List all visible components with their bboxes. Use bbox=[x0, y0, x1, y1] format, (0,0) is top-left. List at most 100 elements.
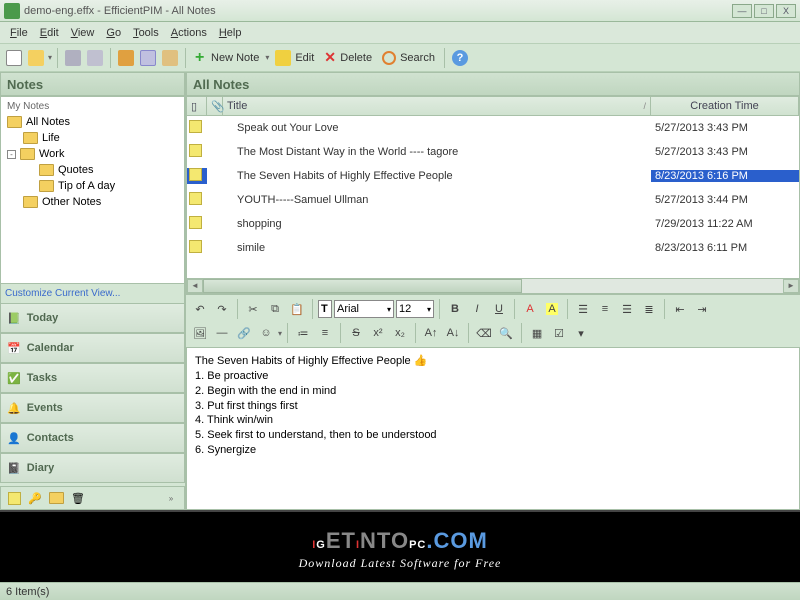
strike-button[interactable]: S bbox=[346, 323, 366, 343]
note-row[interactable]: simile8/23/2013 6:11 PM bbox=[187, 236, 799, 260]
statusbar: 6 Item(s) bbox=[0, 582, 800, 600]
menu-edit[interactable]: Edit bbox=[34, 25, 65, 41]
edit-button[interactable]: Edit bbox=[271, 48, 318, 68]
note-editor[interactable]: The Seven Habits of Highly Effective Peo… bbox=[186, 347, 800, 510]
nav-calendar[interactable]: 📅Calendar bbox=[0, 333, 185, 363]
note-title: shopping bbox=[223, 218, 651, 230]
align-right-button[interactable]: ☰ bbox=[617, 299, 637, 319]
menu-go[interactable]: Go bbox=[100, 25, 127, 41]
copy-button[interactable]: ⧉ bbox=[265, 299, 285, 319]
bullets-button[interactable]: ≔ bbox=[293, 323, 313, 343]
hr-button[interactable]: — bbox=[212, 323, 232, 343]
note-title: The Most Distant Way in the World ---- t… bbox=[223, 146, 651, 158]
scroll-thumb[interactable] bbox=[203, 279, 522, 293]
tree-work[interactable]: -Work bbox=[3, 146, 182, 162]
table-button[interactable]: ▦ bbox=[527, 323, 547, 343]
menu-help[interactable]: Help bbox=[213, 25, 248, 41]
underline-button[interactable]: U bbox=[489, 299, 509, 319]
align-left-button[interactable]: ☰ bbox=[573, 299, 593, 319]
numbering-button[interactable]: ≡ bbox=[315, 323, 335, 343]
folder-icon bbox=[7, 116, 22, 128]
emoji-button[interactable]: ☺ bbox=[256, 323, 276, 343]
trash-icon[interactable]: 🗑 bbox=[69, 488, 87, 508]
fontsize-select[interactable]: 12▾ bbox=[396, 300, 434, 318]
cut-button[interactable]: ✂ bbox=[243, 299, 263, 319]
subscript-button[interactable]: x₂ bbox=[390, 323, 410, 343]
redo-button[interactable]: ↷ bbox=[212, 299, 232, 319]
superscript-button[interactable]: x² bbox=[368, 323, 388, 343]
search-button[interactable]: Search bbox=[378, 48, 439, 68]
menu-actions[interactable]: Actions bbox=[165, 25, 213, 41]
fontcolor-button[interactable]: A bbox=[520, 299, 540, 319]
font-select[interactable]: Arial▾ bbox=[334, 300, 394, 318]
shrink-font-button[interactable]: A↓ bbox=[443, 323, 463, 343]
more-button[interactable]: ▾ bbox=[571, 323, 591, 343]
note-row[interactable]: YOUTH-----Samuel Ullman5/27/2013 3:44 PM bbox=[187, 188, 799, 212]
indent-button[interactable]: ⇥ bbox=[692, 299, 712, 319]
scroll-right-button[interactable]: ► bbox=[783, 279, 799, 293]
notes-icon[interactable] bbox=[5, 488, 23, 508]
customize-view-link[interactable]: Customize Current View... bbox=[0, 284, 185, 303]
menu-view[interactable]: View bbox=[65, 25, 101, 41]
main-toolbar: ▾ +New Note ▾ Edit ✕Delete Search ? bbox=[0, 44, 800, 72]
key-icon[interactable]: 🔑 bbox=[26, 488, 44, 508]
notes-list: Speak out Your Love5/27/2013 3:43 PM The … bbox=[186, 116, 800, 278]
nav-contacts[interactable]: 👤Contacts bbox=[0, 423, 185, 453]
nav-tasks[interactable]: ✅Tasks bbox=[0, 363, 185, 393]
folder-icon[interactable] bbox=[47, 488, 66, 508]
new-file-button[interactable] bbox=[4, 48, 24, 68]
note-row[interactable]: Speak out Your Love5/27/2013 3:43 PM bbox=[187, 116, 799, 140]
tree-life[interactable]: Life bbox=[3, 130, 182, 146]
find-button[interactable]: 🔍 bbox=[496, 323, 516, 343]
menu-tools[interactable]: Tools bbox=[127, 25, 165, 41]
tree-other[interactable]: Other Notes bbox=[3, 194, 182, 210]
outdent-button[interactable]: ⇤ bbox=[670, 299, 690, 319]
folder-icon bbox=[23, 132, 38, 144]
note-icon bbox=[189, 144, 202, 157]
highlight-button[interactable]: A bbox=[542, 299, 562, 319]
image-button[interactable]: 🖼 bbox=[190, 323, 210, 343]
print-button[interactable] bbox=[63, 48, 83, 68]
open-file-button[interactable] bbox=[26, 48, 46, 68]
nav-diary[interactable]: 📓Diary bbox=[0, 453, 185, 483]
col-icon[interactable]: ▯ bbox=[187, 97, 207, 115]
col-title[interactable]: Title/ bbox=[223, 97, 651, 115]
align-center-button[interactable]: ≡ bbox=[595, 299, 615, 319]
maximize-button[interactable]: □ bbox=[754, 4, 774, 18]
paste-button[interactable] bbox=[160, 48, 180, 68]
scroll-left-button[interactable]: ◄ bbox=[187, 279, 203, 293]
italic-button[interactable]: I bbox=[467, 299, 487, 319]
grow-font-button[interactable]: A↑ bbox=[421, 323, 441, 343]
nav-events[interactable]: 🔔Events bbox=[0, 393, 185, 423]
note-row[interactable]: The Most Distant Way in the World ---- t… bbox=[187, 140, 799, 164]
note-row[interactable]: The Seven Habits of Highly Effective Peo… bbox=[187, 164, 799, 188]
tree-quotes[interactable]: Quotes bbox=[3, 162, 182, 178]
col-date[interactable]: Creation Time bbox=[651, 97, 799, 115]
cut-button[interactable] bbox=[116, 48, 136, 68]
new-note-button[interactable]: +New Note bbox=[191, 48, 263, 68]
delete-button[interactable]: ✕Delete bbox=[320, 48, 376, 68]
print-preview-button[interactable] bbox=[85, 48, 105, 68]
col-attachment[interactable]: 📎 bbox=[207, 97, 223, 115]
expand-icon[interactable]: » bbox=[162, 488, 180, 508]
note-title: YOUTH-----Samuel Ullman bbox=[223, 194, 651, 206]
note-row[interactable]: shopping7/29/2013 11:22 AM bbox=[187, 212, 799, 236]
checkbox-button[interactable]: ☑ bbox=[549, 323, 569, 343]
clear-format-button[interactable]: ⌫ bbox=[474, 323, 494, 343]
menu-file[interactable]: File bbox=[4, 25, 34, 41]
minimize-button[interactable]: — bbox=[732, 4, 752, 18]
paste-button[interactable]: 📋 bbox=[287, 299, 307, 319]
close-button[interactable]: X bbox=[776, 4, 796, 18]
collapse-icon[interactable]: - bbox=[7, 150, 16, 159]
tree-all-notes[interactable]: All Notes bbox=[3, 114, 182, 130]
tree-tip[interactable]: Tip of A day bbox=[3, 178, 182, 194]
link-button[interactable]: 🔗 bbox=[234, 323, 254, 343]
align-justify-button[interactable]: ≣ bbox=[639, 299, 659, 319]
bold-button[interactable]: B bbox=[445, 299, 465, 319]
horizontal-scrollbar[interactable]: ◄ ► bbox=[186, 278, 800, 294]
new-note-dropdown[interactable]: ▾ bbox=[265, 53, 269, 62]
help-button[interactable]: ? bbox=[450, 48, 470, 68]
copy-button[interactable] bbox=[138, 48, 158, 68]
undo-button[interactable]: ↶ bbox=[190, 299, 210, 319]
nav-today[interactable]: 📗Today bbox=[0, 303, 185, 333]
